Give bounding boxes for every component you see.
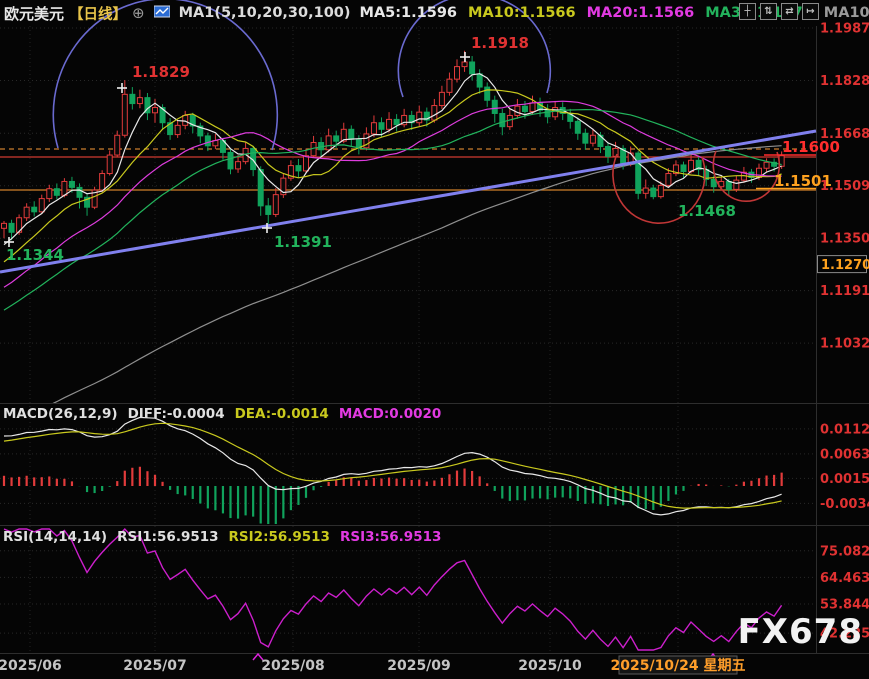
y-axis-label: 1.1191 bbox=[820, 284, 869, 299]
x-axis-label: 2025/10 bbox=[518, 658, 582, 674]
macd-diff-value: DIFF:-0.0004 bbox=[128, 406, 225, 422]
chart-toolbar: ┼⇅⇄↦ bbox=[739, 3, 819, 20]
y-axis-label: 1.1828 bbox=[820, 74, 869, 89]
watermark: FX678 bbox=[738, 612, 863, 652]
exit-chart-icon[interactable]: ↦ bbox=[802, 3, 819, 20]
macd-params-label[interactable]: MACD(26,12,9) bbox=[3, 406, 118, 422]
rsi-axis-label: 75.0822 bbox=[820, 544, 869, 559]
x-axis-label: 2025/09 bbox=[387, 658, 451, 674]
macd-plot[interactable] bbox=[0, 404, 817, 524]
macd-header: MACD(26,12,9) DIFF:-0.0004 DEA:-0.0014 M… bbox=[3, 406, 441, 422]
macd-dea-value: DEA:-0.0014 bbox=[235, 406, 329, 422]
x-axis-label: 2025/07 bbox=[123, 658, 187, 674]
rsi1-value: RSI1:56.9513 bbox=[117, 529, 218, 545]
y-axis-scale-icon[interactable]: ⇅ bbox=[760, 3, 777, 20]
rsi-axis-label: 53.8440 bbox=[820, 598, 869, 613]
ma-value-label: MA100:1.1642 bbox=[824, 5, 869, 21]
y-axis-label: 1.1032 bbox=[820, 337, 869, 352]
rsi3-value: RSI3:56.9513 bbox=[340, 529, 441, 545]
x-axis-label: 2025/06 bbox=[0, 658, 62, 674]
rsi-params-label[interactable]: RSI(14,14,14) bbox=[3, 529, 107, 545]
boxed-price-level[interactable]: 1.1270 bbox=[821, 258, 869, 273]
y-axis-label: 1.1668 bbox=[820, 127, 869, 142]
ma-value-label: MA10:1.1566 bbox=[468, 5, 576, 21]
chart-canvas: 1.18291.19181.13441.13911.14681.16001.15… bbox=[0, 0, 869, 679]
ma-value-label: MA5:1.1596 bbox=[360, 5, 458, 21]
macd-axis-label: 0.0015 bbox=[820, 472, 869, 487]
macd-axis-label: 0.0063 bbox=[820, 447, 869, 462]
macd-axis-label: 0.0112 bbox=[820, 422, 869, 437]
x-axis-label-current[interactable]: 2025/10/24 星期五 bbox=[610, 658, 745, 674]
period-tag[interactable]: 【日线】 bbox=[69, 3, 127, 24]
x-axis-scale-icon[interactable]: ⇄ bbox=[781, 3, 798, 20]
macd-macd-value: MACD:0.0020 bbox=[339, 406, 442, 422]
pan-icon[interactable]: ┼ bbox=[739, 3, 756, 20]
expand-icon[interactable]: ⊕ bbox=[132, 4, 145, 22]
rsi-header: RSI(14,14,14) RSI1:56.9513 RSI2:56.9513 … bbox=[3, 529, 441, 545]
ma-group-label[interactable]: MA1(5,10,20,30,100) bbox=[179, 5, 351, 21]
rsi-plot[interactable] bbox=[0, 527, 817, 652]
x-axis-label: 2025/08 bbox=[261, 658, 325, 674]
main-chart-plot[interactable] bbox=[0, 25, 817, 403]
rsi-axis-label: 64.4631 bbox=[820, 571, 869, 586]
macd-axis-label: -0.0034 bbox=[820, 497, 869, 512]
symbol-name: 欧元美元 bbox=[4, 3, 64, 24]
y-axis-label: 1.1350 bbox=[820, 232, 869, 247]
ma-value-label: MA20:1.1566 bbox=[587, 5, 695, 21]
chart-application: 欧元美元 【日线】 ⊕ MA1(5,10,20,30,100) MA5:1.15… bbox=[0, 0, 869, 679]
chart-type-icon[interactable] bbox=[154, 5, 170, 22]
y-axis-label: 1.1509 bbox=[820, 179, 869, 194]
rsi2-value: RSI2:56.9513 bbox=[229, 529, 330, 545]
